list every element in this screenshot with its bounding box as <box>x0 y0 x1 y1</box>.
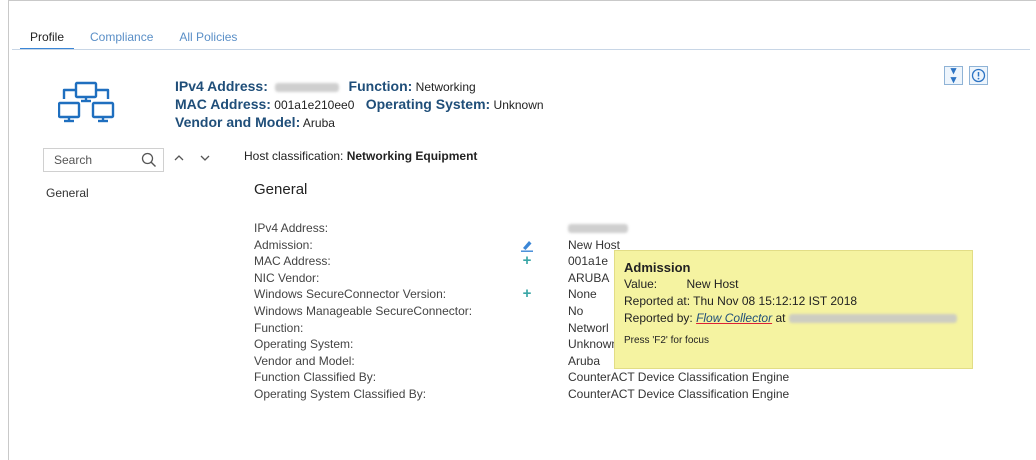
property-key: Function: <box>254 320 304 335</box>
mac-value: 001a1e210ee0 <box>274 98 355 112</box>
tab-all-policies[interactable]: All Policies <box>169 26 247 50</box>
property-key: Vendor and Model: <box>254 353 355 368</box>
function-label: Function: <box>348 78 413 94</box>
mac-label: MAC Address: <box>175 96 271 112</box>
section-title: General <box>254 181 308 198</box>
redacted-ipv4-value <box>568 220 628 237</box>
os-value: Unknown <box>493 98 544 112</box>
property-key: MAC Address: <box>254 254 331 269</box>
property-key: Windows SecureConnector Version: <box>254 287 447 302</box>
tooltip-hint: Press 'F2' for focus <box>624 335 709 346</box>
tooltip-value-row: Value: New Host <box>624 276 963 293</box>
property-value: 001a1e <box>568 254 609 269</box>
classification-value: Networking Equipment <box>346 149 478 163</box>
tooltip-reported-by-label: Reported by: <box>624 311 693 325</box>
tab-compliance[interactable]: Compliance <box>80 26 163 50</box>
property-value: New Host <box>568 237 621 252</box>
property-value: No <box>568 303 584 318</box>
property-value: Unknown <box>568 337 619 352</box>
property-value: Networl <box>568 320 609 335</box>
property-row: IPv4 Address: <box>254 220 834 237</box>
host-summary: IPv4 Address: Function: Networking MAC A… <box>175 78 552 132</box>
search-navigation <box>172 151 212 165</box>
add-icon[interactable]: + <box>520 286 534 301</box>
property-key: IPv4 Address: <box>254 221 329 235</box>
vendor-label: Vendor and Model: <box>175 114 301 130</box>
tooltip-reported-by-row: Reported by: Flow Collector at <box>624 310 963 327</box>
property-key: Operating System: <box>254 337 354 352</box>
property-key: NIC Vendor: <box>254 270 320 285</box>
redacted-ipv4 <box>275 83 340 93</box>
tab-divider <box>12 49 1030 50</box>
host-classification: Host classification: Networking Equipmen… <box>244 149 477 163</box>
collapse-all-button[interactable]: ▾ ▾ <box>944 64 963 86</box>
tooltip-value: New Host <box>686 277 739 291</box>
search-input[interactable] <box>54 153 134 167</box>
chevron-up-icon[interactable] <box>172 151 186 165</box>
ipv4-label: IPv4 Address: <box>175 78 268 94</box>
chevron-down-icon[interactable] <box>198 151 212 165</box>
property-value: CounterACT Device Classification Engine <box>568 370 790 385</box>
property-value: Aruba <box>568 353 601 368</box>
tooltip-reported-at-row: Reported at: Thu Nov 08 15:12:12 IST 201… <box>624 293 963 310</box>
property-key: Function Classified By: <box>254 370 377 385</box>
tooltip-title: Admission <box>624 260 691 275</box>
info-button[interactable] <box>969 66 988 85</box>
tab-profile[interactable]: Profile <box>20 26 75 50</box>
property-key: Operating System Classified By: <box>254 386 427 401</box>
tooltip-value-label: Value: <box>624 277 658 291</box>
property-key: Windows Manageable SecureConnector: <box>254 303 473 318</box>
property-row: Operating System Classified By: CounterA… <box>254 386 834 403</box>
vendor-value: Aruba <box>302 116 335 130</box>
property-value: CounterACT Device Classification Engine <box>568 386 790 401</box>
os-label: Operating System: <box>365 96 491 112</box>
property-row: Function Classified By: CounterACT Devic… <box>254 369 834 386</box>
edit-icon[interactable] <box>520 238 534 252</box>
double-chevron-down-icon: ▾ ▾ <box>950 64 957 86</box>
sidebar-item-general[interactable]: General <box>46 186 89 200</box>
classification-label: Host classification: <box>244 149 344 163</box>
property-key: Admission: <box>254 237 313 252</box>
tooltip-reported-at-label: Reported at: <box>624 294 691 308</box>
info-circle-icon <box>971 68 986 83</box>
function-value: Networking <box>415 80 476 94</box>
tab-bar: Profile Compliance All Policies <box>20 26 253 50</box>
tooltip-at-word: at <box>775 311 786 325</box>
admission-tooltip: Admission Value: New Host Reported at: T… <box>614 250 973 369</box>
property-value: None <box>568 287 597 302</box>
search-box <box>43 148 164 172</box>
tooltip-reported-at: Thu Nov 08 15:12:12 IST 2018 <box>693 294 858 308</box>
add-icon[interactable]: + <box>520 253 534 268</box>
search-icon[interactable] <box>141 152 157 168</box>
property-value: ARUBA <box>568 270 610 285</box>
network-devices-icon <box>57 81 120 131</box>
reported-by-link[interactable]: Flow Collector <box>696 311 772 325</box>
redacted-source <box>788 314 957 324</box>
